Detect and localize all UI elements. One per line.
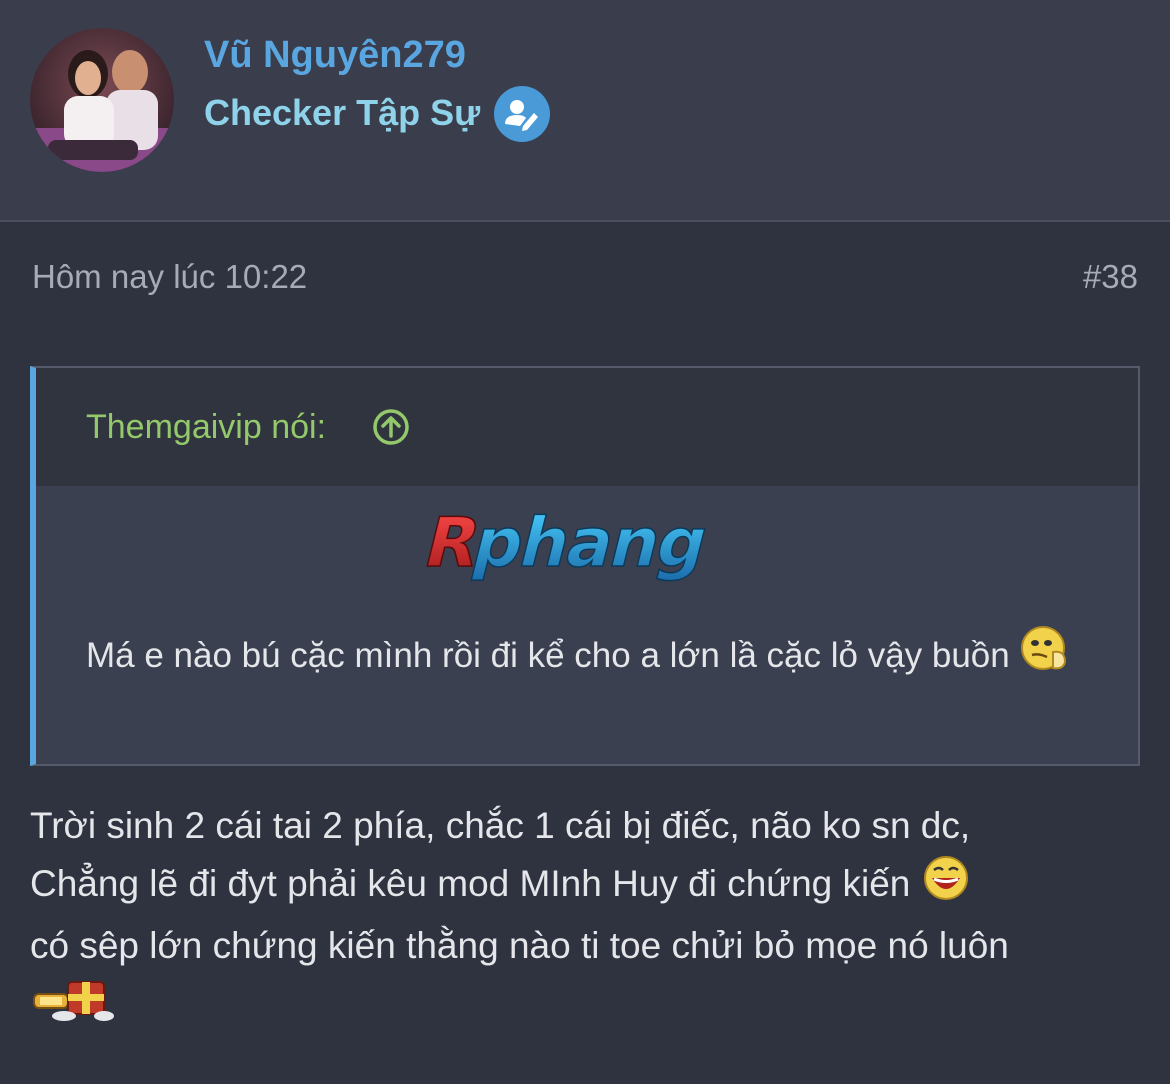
quote-header: Themgaivip nói: <box>36 368 1138 486</box>
svg-text:phang: phang <box>465 504 715 583</box>
laughing-smiley-icon <box>921 854 971 918</box>
message-line-1: Trời sinh 2 cái tai 2 phía, chắc 1 cái b… <box>30 805 971 846</box>
gift-box-icon <box>30 974 120 1040</box>
user-title: Checker Tập Sự <box>204 92 481 133</box>
quote-block: Themgaivip nói: R phang Má e nào bú cặc … <box>30 366 1140 766</box>
quote-content: Má e nào bú cặc mình rồi đi kể cho a lớn… <box>86 624 1086 691</box>
user-edit-icon <box>494 86 550 142</box>
quote-text: Má e nào bú cặc mình rồi đi kể cho a lớn… <box>86 635 1010 675</box>
post-author-header: Vũ Nguyên279 Checker Tập Sự <box>0 0 1170 222</box>
quote-author-link[interactable]: Themgaivip nói: <box>86 408 326 447</box>
username-link[interactable]: Vũ Nguyên279 <box>204 34 466 77</box>
arrow-up-circle-icon[interactable] <box>372 408 410 446</box>
post-number[interactable]: #38 <box>1083 258 1138 296</box>
post-message: Trời sinh 2 cái tai 2 phía, chắc 1 cái b… <box>30 798 1150 1040</box>
message-line-3: có sêp lớn chứng kiến thằng nào ti toe c… <box>30 925 1009 966</box>
post-timestamp[interactable]: Hôm nay lúc 10:22 <box>32 258 307 296</box>
rphang-logo: R phang <box>406 498 766 588</box>
message-line-2: Chẳng lẽ đi đyt phải kêu mod MInh Huy đi… <box>30 854 1150 918</box>
thinking-smiley-icon <box>1019 624 1073 691</box>
message-line-2-text: Chẳng lẽ đi đyt phải kêu mod MInh Huy đi… <box>30 862 911 904</box>
message-line-4 <box>30 974 1150 1040</box>
avatar[interactable] <box>30 28 174 172</box>
